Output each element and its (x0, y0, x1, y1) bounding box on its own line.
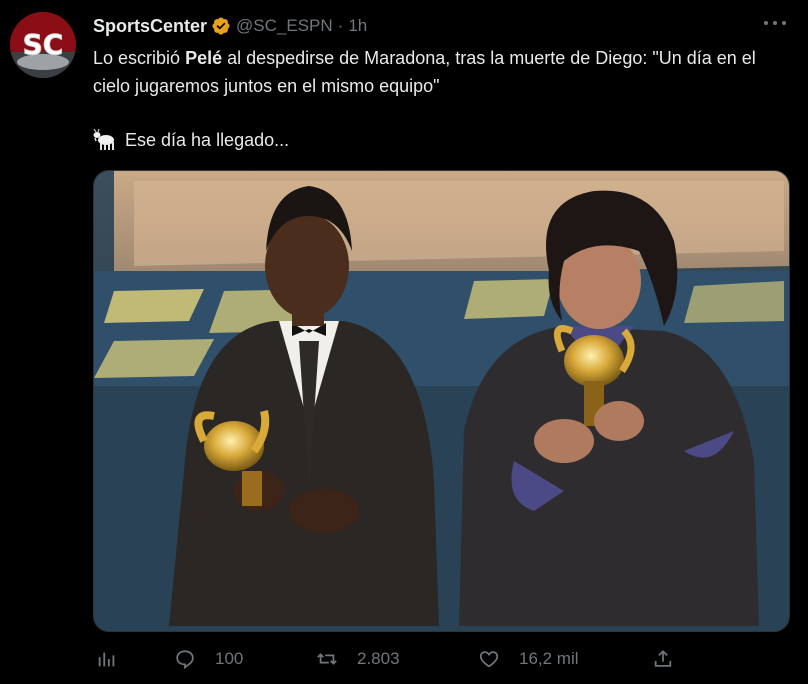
tweet-actions: 100 2.803 16,2 mil (0, 644, 808, 680)
tweet[interactable]: SC SportsCenter @SC_ESPN · 1h Lo escribi… (0, 0, 808, 684)
svg-text:SC: SC (23, 28, 64, 61)
goat-emoji-icon (93, 129, 114, 150)
author-name[interactable]: SportsCenter (93, 16, 207, 37)
analytics-icon (98, 652, 115, 667)
heart-icon (479, 651, 499, 668)
retweet-count: 2.803 (357, 649, 400, 668)
verified-badge-icon (212, 17, 230, 35)
tweet-text: Lo escribió Pelé al despedirse de Marado… (93, 44, 783, 100)
reply-icon (176, 650, 194, 670)
reply-count: 100 (215, 649, 244, 668)
tweet-text-line2-label: Ese día ha llegado... (125, 130, 290, 150)
tweet-media-photo[interactable] (93, 170, 790, 632)
tweet-text-part1: Lo escribió (93, 48, 186, 68)
tweet-header: SportsCenter @SC_ESPN · 1h (93, 15, 367, 37)
share-button[interactable] (652, 648, 674, 670)
retweet-button[interactable]: 2.803 (316, 648, 400, 670)
tweet-text-bold: Pelé (185, 48, 223, 68)
reply-button[interactable]: 100 (174, 648, 243, 670)
avatar[interactable]: SC (10, 12, 76, 78)
retweet-icon (317, 653, 337, 665)
author-handle[interactable]: @SC_ESPN (236, 16, 333, 36)
sportscenter-logo-icon: SC (10, 12, 76, 78)
like-count: 16,2 mil (519, 649, 579, 668)
share-icon (654, 649, 672, 667)
tweet-text-line2: Ese día ha llegado... (93, 126, 289, 154)
analytics-button[interactable] (96, 648, 118, 670)
like-button[interactable]: 16,2 mil (478, 648, 579, 670)
separator-dot: · (337, 16, 344, 35)
more-icon[interactable] (764, 16, 786, 30)
timestamp[interactable]: 1h (348, 16, 367, 36)
photo-image (94, 171, 789, 631)
